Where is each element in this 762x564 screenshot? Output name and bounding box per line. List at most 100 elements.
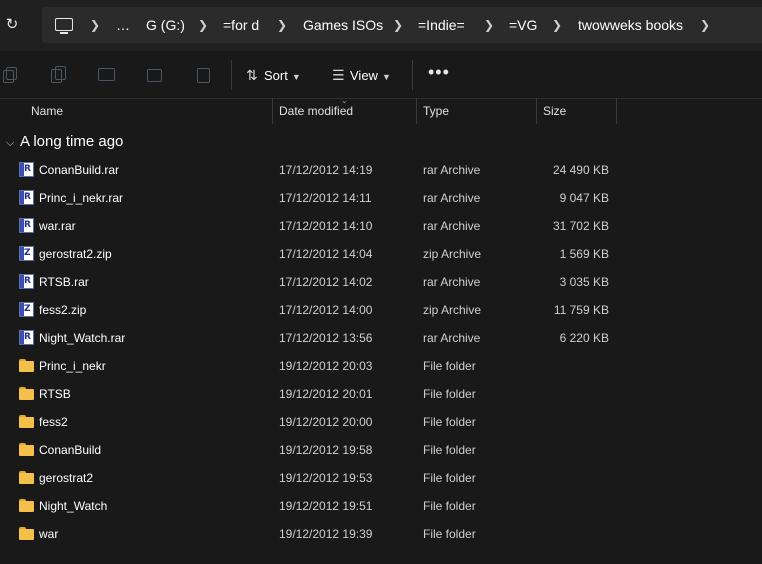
- chevron-right-icon[interactable]: ❯: [277, 7, 287, 43]
- folder-icon: [19, 358, 34, 373]
- group-header[interactable]: ⌵ A long time ago: [6, 132, 123, 152]
- file-date: 19/12/2012 19:51: [279, 499, 373, 513]
- file-size: 9 047 KB: [559, 191, 609, 205]
- file-date: 19/12/2012 20:01: [279, 387, 373, 401]
- file-size: 11 759 KB: [553, 303, 609, 317]
- share-icon[interactable]: [147, 66, 163, 82]
- chevron-down-icon: ▼: [381, 72, 391, 82]
- file-name: Princ_i_nekr.rar: [39, 191, 124, 205]
- file-name: fess2: [39, 415, 68, 429]
- file-date: 19/12/2012 19:58: [279, 443, 373, 457]
- breadcrumb-indie[interactable]: =Indie=: [418, 7, 465, 43]
- folder-row[interactable]: Night_Watch 19/12/2012 19:51 File folder: [0, 492, 762, 520]
- folder-row[interactable]: war 19/12/2012 19:39 File folder: [0, 520, 762, 548]
- column-header-type[interactable]: Type: [423, 98, 449, 124]
- chevron-right-icon[interactable]: ❯: [484, 7, 494, 43]
- column-divider[interactable]: [616, 98, 617, 124]
- rar-archive-icon: R: [19, 274, 34, 289]
- chevron-right-icon[interactable]: ❯: [700, 7, 710, 43]
- file-row[interactable]: R ConanBuild.rar 17/12/2012 14:19 rar Ar…: [0, 156, 762, 184]
- file-name: Night_Watch.rar: [39, 331, 126, 345]
- file-name: war.rar: [39, 219, 76, 233]
- view-button[interactable]: ☰ View ▼: [332, 63, 391, 87]
- file-type: rar Archive: [423, 163, 481, 177]
- sort-button[interactable]: ⇅ Sort ▼: [246, 63, 301, 87]
- command-bar: ⇅ Sort ▼ ☰ View ▼: [0, 51, 762, 99]
- file-size: 3 035 KB: [559, 275, 609, 289]
- chevron-right-icon[interactable]: ❯: [552, 7, 562, 43]
- file-name: Night_Watch: [39, 499, 108, 513]
- breadcrumb-for-d[interactable]: =for d: [223, 7, 259, 43]
- file-type: zip Archive: [423, 247, 482, 261]
- rar-archive-icon: R: [19, 218, 34, 233]
- address-bar-row: ↻ ❯ … G (G:) ❯ =for d ❯ Games ISOs ❯ =In…: [0, 0, 762, 51]
- folder-icon: [19, 498, 34, 513]
- cut-icon[interactable]: [3, 66, 19, 83]
- group-label: A long time ago: [20, 133, 124, 150]
- toolbar-divider: [231, 60, 232, 90]
- copy-icon[interactable]: [51, 66, 67, 83]
- sort-icon: ⇅: [246, 67, 258, 83]
- folder-row[interactable]: Princ_i_nekr 19/12/2012 20:03 File folde…: [0, 352, 762, 380]
- file-type: zip Archive: [423, 303, 482, 317]
- file-size: 24 490 KB: [552, 163, 609, 177]
- file-row[interactable]: R RTSB.rar 17/12/2012 14:02 rar Archive …: [0, 268, 762, 296]
- file-name: RTSB: [39, 387, 71, 401]
- this-pc-icon[interactable]: [55, 18, 73, 34]
- file-type: File folder: [423, 499, 476, 513]
- file-row[interactable]: Z fess2.zip 17/12/2012 14:00 zip Archive…: [0, 296, 762, 324]
- file-type: File folder: [423, 471, 476, 485]
- file-type: File folder: [423, 359, 476, 373]
- more-options-button[interactable]: •••: [428, 62, 450, 82]
- sort-label: Sort: [264, 68, 288, 83]
- chevron-down-icon: ⌵: [6, 137, 15, 149]
- rar-archive-icon: R: [19, 330, 34, 345]
- view-label: View: [350, 68, 378, 83]
- column-header-date[interactable]: Date modified: [279, 98, 353, 124]
- delete-icon[interactable]: [195, 66, 211, 83]
- file-date: 19/12/2012 20:00: [279, 415, 373, 429]
- file-size: 1 569 KB: [559, 247, 609, 261]
- file-date: 17/12/2012 14:02: [279, 275, 373, 289]
- file-size: 31 702 KB: [552, 219, 609, 233]
- address-bar[interactable]: ❯ … G (G:) ❯ =for d ❯ Games ISOs ❯ =Indi…: [42, 7, 762, 43]
- column-header-name[interactable]: Name: [31, 98, 63, 124]
- file-type: rar Archive: [423, 219, 481, 233]
- file-name: ConanBuild.rar: [39, 163, 120, 177]
- file-row[interactable]: R Princ_i_nekr.rar 17/12/2012 14:11 rar …: [0, 184, 762, 212]
- zip-archive-icon: Z: [19, 302, 34, 317]
- file-type: rar Archive: [423, 275, 481, 289]
- column-divider[interactable]: [272, 98, 273, 124]
- file-type: rar Archive: [423, 331, 481, 345]
- folder-row[interactable]: fess2 19/12/2012 20:00 File folder: [0, 408, 762, 436]
- breadcrumb-current-folder[interactable]: twowweks books: [578, 7, 683, 43]
- folder-row[interactable]: RTSB 19/12/2012 20:01 File folder: [0, 380, 762, 408]
- file-name: RTSB.rar: [39, 275, 89, 289]
- file-date: 17/12/2012 13:56: [279, 331, 373, 345]
- folder-row[interactable]: ConanBuild 19/12/2012 19:58 File folder: [0, 436, 762, 464]
- column-header-size[interactable]: Size: [543, 98, 566, 124]
- file-row[interactable]: Z gerostrat2.zip 17/12/2012 14:04 zip Ar…: [0, 240, 762, 268]
- refresh-icon[interactable]: ↻: [4, 17, 20, 33]
- file-name: gerostrat2: [39, 471, 94, 485]
- folder-row[interactable]: gerostrat2 19/12/2012 19:53 File folder: [0, 464, 762, 492]
- file-row[interactable]: R war.rar 17/12/2012 14:10 rar Archive 3…: [0, 212, 762, 240]
- rar-archive-icon: R: [19, 162, 34, 177]
- chevron-right-icon[interactable]: ❯: [393, 7, 403, 43]
- column-divider[interactable]: [536, 98, 537, 124]
- file-date: 19/12/2012 19:53: [279, 471, 373, 485]
- file-type: File folder: [423, 387, 476, 401]
- breadcrumb-drive[interactable]: G (G:): [146, 7, 185, 43]
- breadcrumb-vg[interactable]: =VG: [509, 7, 537, 43]
- breadcrumb-more[interactable]: …: [116, 7, 130, 43]
- chevron-right-icon[interactable]: ❯: [90, 7, 100, 43]
- file-date: 17/12/2012 14:04: [279, 247, 373, 261]
- breadcrumb-games-isos[interactable]: Games ISOs: [303, 7, 383, 43]
- chevron-right-icon[interactable]: ❯: [198, 7, 208, 43]
- rename-icon[interactable]: [98, 66, 115, 82]
- file-date: 19/12/2012 20:03: [279, 359, 373, 373]
- file-type: rar Archive: [423, 191, 481, 205]
- file-row[interactable]: R Night_Watch.rar 17/12/2012 13:56 rar A…: [0, 324, 762, 352]
- folder-icon: [19, 414, 34, 429]
- column-divider[interactable]: [416, 98, 417, 124]
